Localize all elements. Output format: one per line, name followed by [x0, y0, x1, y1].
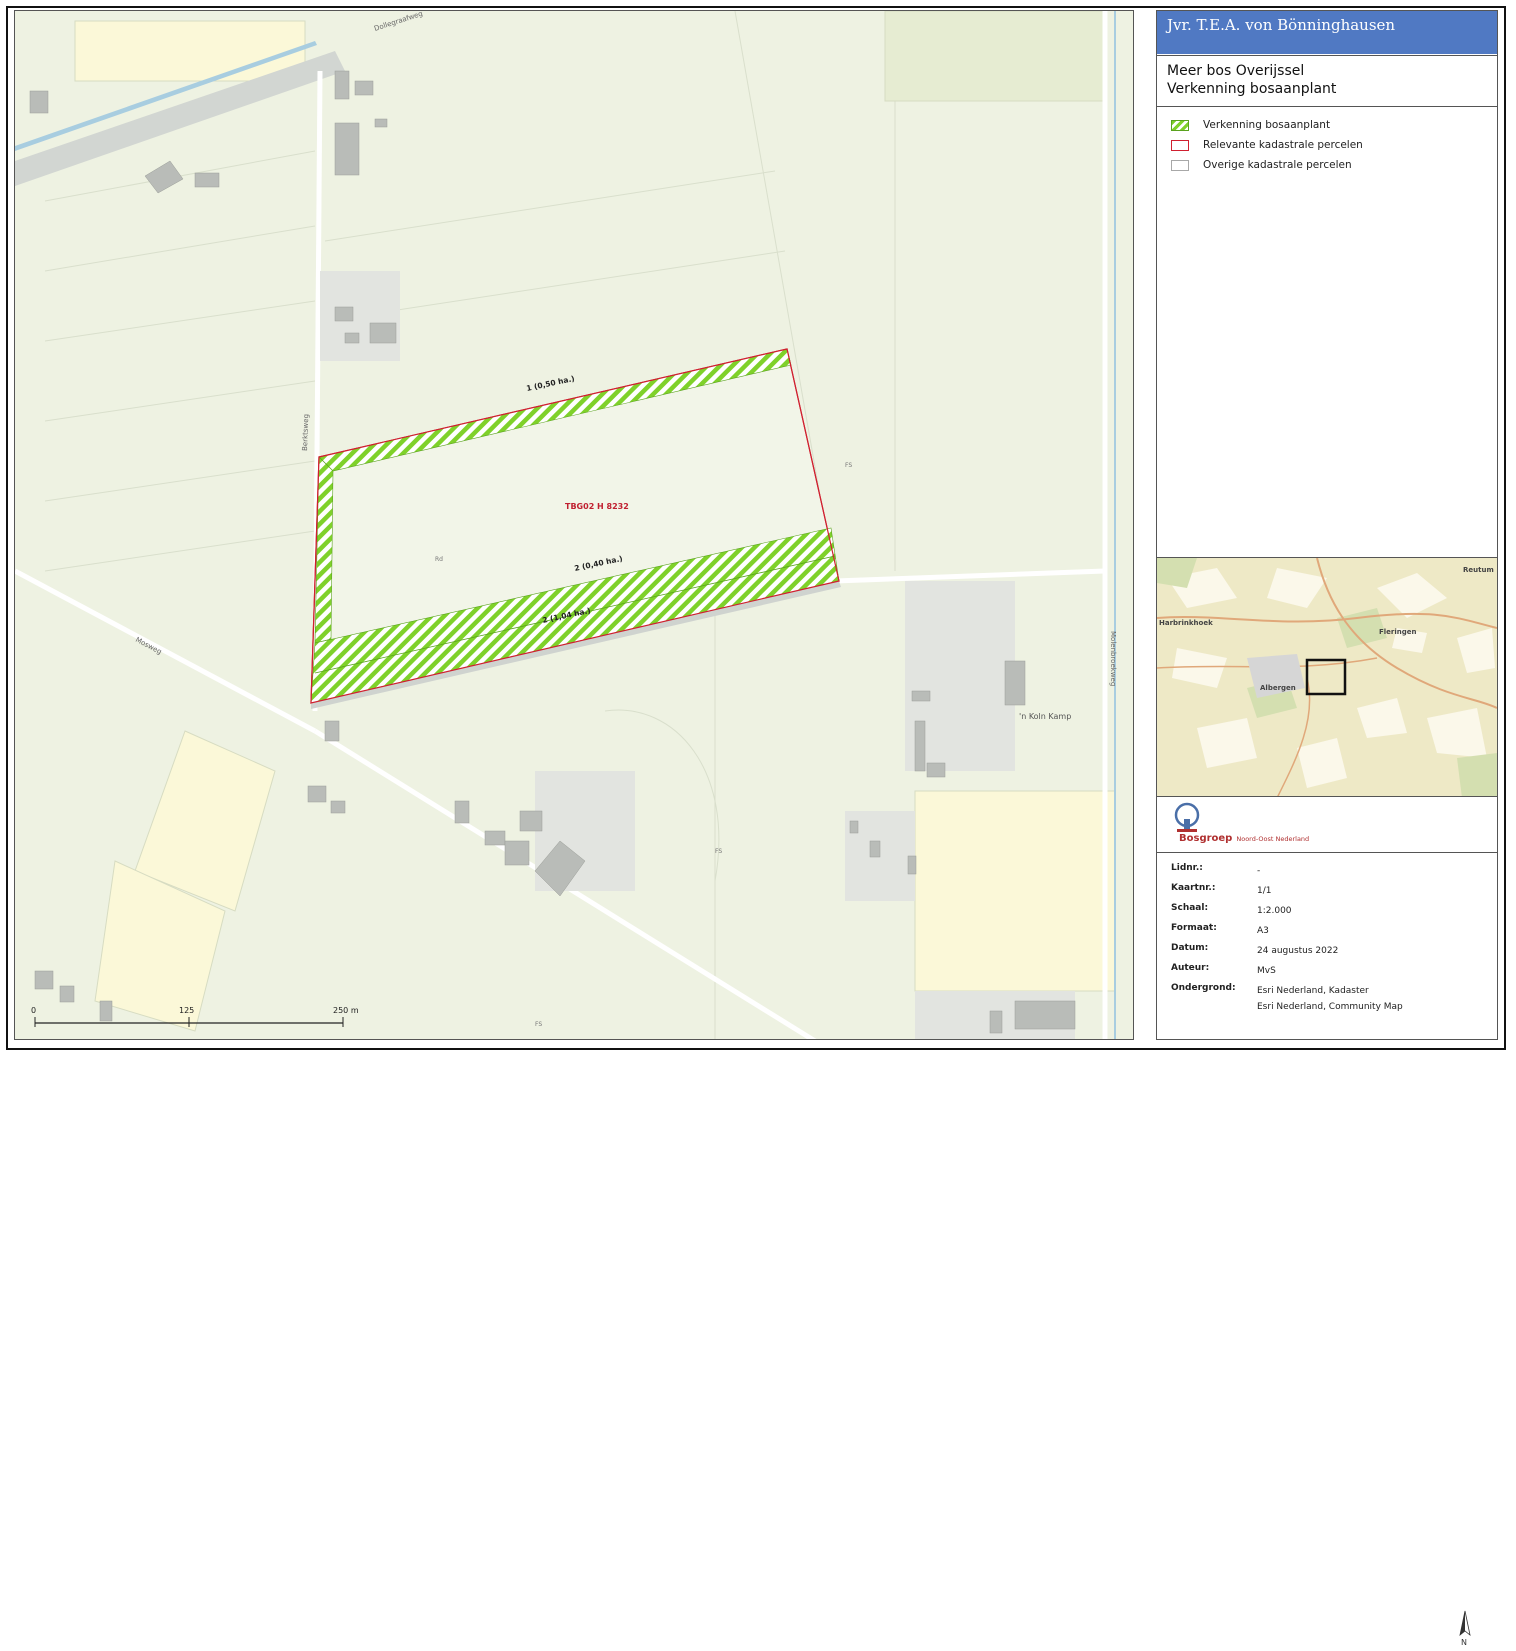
map-title: Meer bos Overijssel Verkenning bosaanpla… — [1157, 55, 1497, 107]
farm-label: 'n Koln Kamp — [1019, 712, 1071, 721]
place-fleringen: Fleringen — [1379, 628, 1417, 636]
legend-item: Verkenning bosaanplant — [1171, 115, 1363, 135]
legend-label: Verkenning bosaanplant — [1203, 119, 1331, 131]
meta-key: Auteur: — [1171, 963, 1210, 973]
overview-canvas: Reutum Harbrinkhoek Fleringen Albergen — [1157, 558, 1497, 796]
legend-item: Overige kadastrale percelen — [1171, 155, 1363, 175]
map-title-line-1: Meer bos Overijssel — [1167, 63, 1305, 79]
meta-row: Datum: 24 augustus 2022 — [1171, 943, 1477, 963]
map-title-line-2: Verkenning bosaanplant — [1167, 81, 1337, 97]
parcel-id-label: TBG02 H 8232 — [565, 502, 629, 511]
meta-row: Ondergrond: Esri Nederland, Kadaster Esr… — [1171, 983, 1477, 1019]
fs-label-1: FS — [845, 462, 852, 469]
place-reutum: Reutum — [1463, 566, 1494, 574]
red-outline-swatch-icon — [1171, 139, 1189, 151]
road-label-rd: Rd — [435, 556, 443, 563]
info-panel: Jvr. T.E.A. von Bönninghausen Meer bos O… — [1156, 10, 1498, 1647]
north-arrow: N — [1457, 1609, 1473, 1651]
scalebar-tick-0: 0 — [31, 1006, 36, 1015]
meta-value: - — [1257, 866, 1261, 876]
scalebar-tick-1: 125 — [179, 1006, 194, 1015]
meta-key: Ondergrond: — [1171, 983, 1236, 993]
legend-item: Relevante kadastrale percelen — [1171, 135, 1363, 155]
meta-key: Lidnr.: — [1171, 863, 1203, 873]
grey-outline-swatch-icon — [1171, 159, 1189, 171]
meta-value: Esri Nederland, Community Map — [1257, 1002, 1403, 1012]
logo-area: Bosgroep Noord-Oost Nederland N — [1157, 797, 1497, 1647]
legend-label: Overige kadastrale percelen — [1203, 159, 1352, 171]
legend: Verkenning bosaanplant Relevante kadastr… — [1171, 115, 1363, 175]
north-letter: N — [1461, 1638, 1467, 1647]
fs-label-3: FS — [535, 1021, 542, 1028]
north-arrow-icon: N — [1459, 1610, 1471, 1647]
meta-row: Schaal: 1:2.000 — [1171, 903, 1477, 923]
place-albergen: Albergen — [1260, 684, 1296, 692]
fs-label-2: FS — [715, 848, 722, 855]
legend-label: Relevante kadastrale percelen — [1203, 139, 1363, 151]
meta-value: MvS — [1257, 966, 1276, 976]
logo-subtitle: Noord-Oost Nederland — [1236, 835, 1310, 843]
client-header: Jvr. T.E.A. von Bönninghausen — [1157, 11, 1497, 54]
meta-key: Kaartnr.: — [1171, 883, 1216, 893]
meta-row: Kaartnr.: 1/1 — [1171, 883, 1477, 903]
meta-value: Esri Nederland, Kadaster — [1257, 986, 1369, 996]
meta-key: Schaal: — [1171, 903, 1209, 913]
logo-text: Bosgroep Noord-Oost Nederland — [1179, 833, 1309, 844]
meta-row: Lidnr.: - — [1171, 863, 1477, 883]
logo-name: Bosgroep — [1179, 833, 1233, 844]
meta-key: Datum: — [1171, 943, 1209, 953]
meta-value: A3 — [1257, 926, 1269, 936]
meta-key: Formaat: — [1171, 923, 1217, 933]
hatch-swatch-icon — [1171, 119, 1189, 131]
meta-row: Formaat: A3 — [1171, 923, 1477, 943]
label-road-east: Molenbroekweg — [1109, 631, 1117, 686]
label-road-west: Berktsweg — [301, 414, 310, 451]
meta-value: 1/1 — [1257, 886, 1272, 896]
map-canvas: Dollegraafweg Molenbroekweg Mosweg Berkt… — [15, 11, 1133, 1039]
meta-value: 1:2.000 — [1257, 906, 1292, 916]
meta-row: Auteur: MvS — [1171, 963, 1477, 983]
bosgroep-logo-icon — [1174, 802, 1200, 832]
scalebar-tick-2: 250 m — [333, 1006, 359, 1015]
main-map[interactable]: Dollegraafweg Molenbroekweg Mosweg Berkt… — [14, 10, 1134, 1040]
map-metadata: Lidnr.: - Kaartnr.: 1/1 Schaal: 1:2.000 … — [1171, 863, 1477, 1019]
overview-map[interactable]: Reutum Harbrinkhoek Fleringen Albergen — [1157, 557, 1497, 797]
place-harbrinkhoek: Harbrinkhoek — [1159, 619, 1213, 627]
meta-value: 24 augustus 2022 — [1257, 946, 1339, 956]
